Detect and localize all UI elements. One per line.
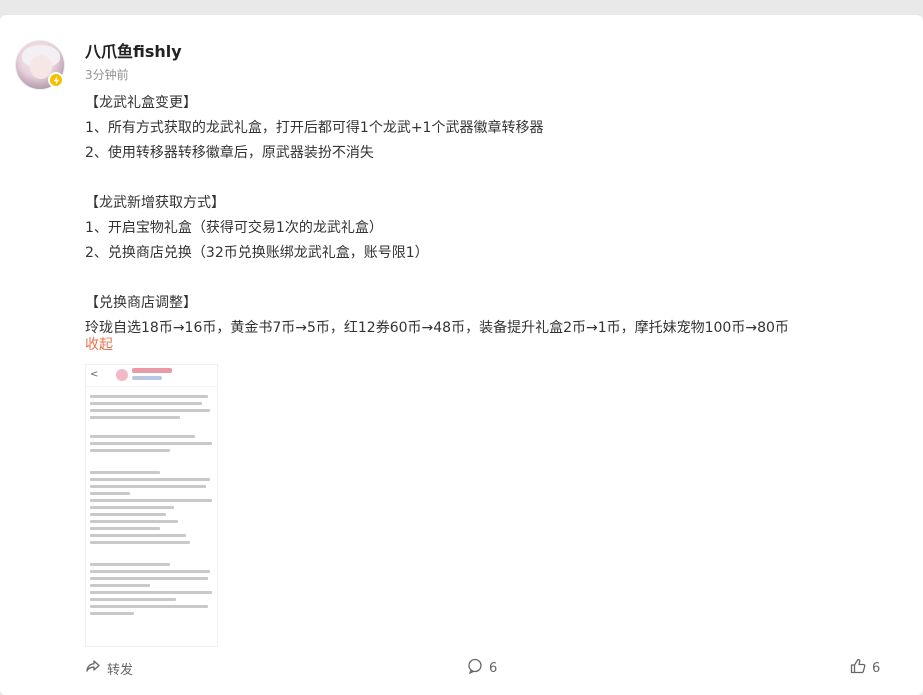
thumbnail-text-line: [90, 563, 170, 566]
thumbnail-text-line: [90, 395, 208, 398]
thumbnail-text-line: [90, 416, 180, 419]
thumbnail-name: [132, 368, 172, 373]
thumbnail-text-line: [90, 471, 160, 474]
repost-icon: [85, 658, 101, 678]
comment-button[interactable]: 6: [467, 658, 497, 678]
thumbnail-text-line: [90, 449, 170, 452]
author-name[interactable]: 八爪鱼fishly: [85, 38, 182, 62]
post-line: 1、所有方式获取的龙武礼盒，打开后都可得1个龙武+1个武器徽章转移器: [85, 120, 544, 136]
thumbnail-text-line: [90, 499, 212, 502]
like-icon: [850, 658, 866, 678]
thumbnail-text-line: [90, 492, 130, 495]
thumbnail-text-line: [90, 577, 208, 580]
repost-label: 转发: [107, 662, 134, 678]
comment-icon: [467, 658, 483, 678]
thumbnail-text-line: [90, 598, 176, 601]
post-line: 【龙武新增获取方式】: [85, 195, 225, 211]
like-button[interactable]: 6: [850, 658, 880, 678]
repost-button[interactable]: 转发: [85, 658, 133, 678]
post-text: 【龙武礼盒变更】 1、所有方式获取的龙武礼盒，打开后都可得1个龙武+1个武器徽章…: [85, 91, 905, 341]
thumbnail-text-line: [90, 513, 166, 516]
lightning-badge-icon: [48, 72, 64, 88]
thumbnail-text-line: [90, 584, 150, 587]
post-time[interactable]: 3分钟前: [85, 66, 129, 83]
thumbnail-text-line: [90, 570, 210, 573]
post-line: 【龙武礼盒变更】: [85, 95, 197, 111]
thumbnail-subtitle: [132, 376, 162, 380]
collapse-link[interactable]: 收起: [85, 334, 113, 354]
thumbnail-text-line: [90, 442, 212, 445]
thumbnail-header: <: [86, 365, 217, 387]
thumbnail-text-line: [90, 612, 134, 615]
post-line: 1、开启宝物礼盒（获得可交易1次的龙武礼盒）: [85, 220, 383, 236]
action-bar: 转发 6 6: [0, 658, 923, 682]
thumbnail-text-line: [90, 591, 212, 594]
post-line: 【兑换商店调整】: [85, 295, 197, 311]
post-line: 2、兑换商店兑换（32币兑换账绑龙武礼盒，账号限1）: [85, 245, 429, 261]
thumbnail-text-line: [90, 506, 174, 509]
thumbnail-avatar: [116, 369, 128, 381]
post-line-blank: [85, 266, 905, 291]
post-line: 玲珑自选18币→16币，黄金书7币→5币，红12券60币→48币，装备提升礼盒2…: [85, 320, 789, 336]
post-image-thumbnail[interactable]: <: [85, 364, 218, 647]
back-arrow-icon: <: [90, 369, 99, 380]
post-line-blank: [85, 166, 905, 191]
thumbnail-text-line: [90, 527, 160, 530]
like-count: 6: [872, 660, 881, 676]
thumbnail-text-line: [90, 409, 210, 412]
thumbnail-text-line: [90, 520, 178, 523]
thumbnail-text-line: [90, 402, 202, 405]
thumbnail-text-line: [90, 485, 206, 488]
thumbnail-text-line: [90, 605, 208, 608]
comment-count: 6: [489, 660, 498, 676]
thumbnail-text-line: [90, 435, 195, 438]
post-line: 2、使用转移器转移徽章后，原武器装扮不消失: [85, 145, 374, 161]
thumbnail-text-line: [90, 541, 190, 544]
thumbnail-text-line: [90, 534, 186, 537]
thumbnail-text-line: [90, 478, 210, 481]
